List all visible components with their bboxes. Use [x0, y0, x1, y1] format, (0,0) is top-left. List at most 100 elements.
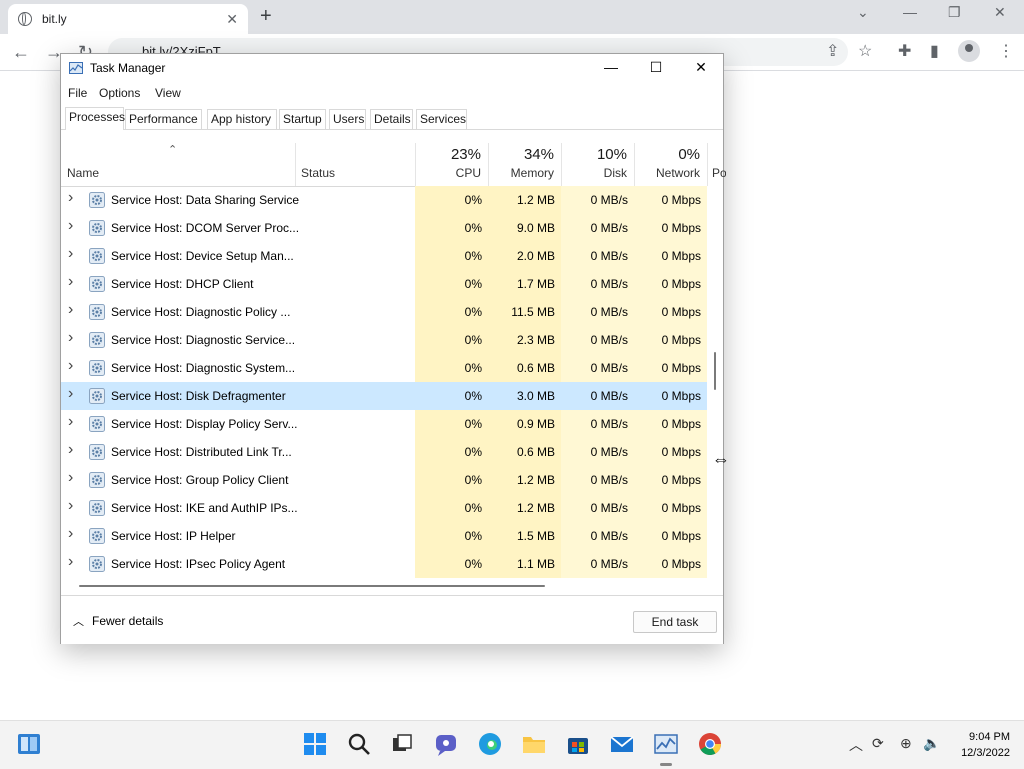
sort-up-icon: ⌃	[168, 144, 178, 156]
table-row[interactable]: 0% 9.0 MB 0 MB/s 0 Mbps › Service Host: DCOM …	[61, 214, 707, 242]
table-row[interactable]: 0% 11.5 MB 0 MB/s 0 Mbps › Service Host: Diag…	[61, 298, 707, 326]
volume-speaker-icon[interactable]: 🔈	[923, 735, 940, 752]
tab-search-icon[interactable]: ⌄	[857, 4, 869, 21]
chrome-icon[interactable]	[697, 731, 723, 757]
expand-chevron-icon[interactable]: ›	[68, 413, 73, 431]
network-globe-icon[interactable]: ⊕	[900, 735, 912, 752]
network-total-percent[interactable]: 0%	[634, 146, 700, 163]
fewer-details-button[interactable]: ︿ Fewer details	[73, 613, 163, 629]
expand-chevron-icon[interactable]: ›	[68, 385, 73, 403]
column-divider[interactable]	[295, 143, 296, 186]
expand-chevron-icon[interactable]: ›	[68, 469, 73, 487]
bookmark-star-icon[interactable]: ☆	[858, 41, 872, 61]
process-name: Service Host: Disk Defragmenter	[111, 389, 286, 403]
side-panel-icon[interactable]: ▮	[930, 41, 939, 61]
end-task-button[interactable]: End task	[633, 611, 717, 633]
expand-chevron-icon[interactable]: ›	[68, 525, 73, 543]
maximize-button[interactable]: ☐	[636, 59, 676, 76]
network-cell: 0 Mbps	[634, 382, 707, 410]
expand-chevron-icon[interactable]: ›	[68, 497, 73, 515]
expand-chevron-icon[interactable]: ›	[68, 189, 73, 207]
expand-chevron-icon[interactable]: ›	[68, 301, 73, 319]
extensions-puzzle-icon[interactable]: ✚	[898, 41, 911, 61]
browser-tab[interactable]: bit.ly ✕	[8, 4, 248, 34]
table-row[interactable]: 0% 2.3 MB 0 MB/s 0 Mbps › Service Host: Diagn…	[61, 326, 707, 354]
vertical-scroll-thumb[interactable]	[714, 352, 716, 390]
show-hidden-icons-chevron-icon[interactable]: ︿	[849, 735, 863, 755]
column-disk[interactable]: Disk	[561, 166, 627, 180]
resize-cursor-icon: ⇔	[712, 449, 730, 469]
minimize-button[interactable]: —	[591, 59, 631, 75]
table-row[interactable]: 0% 2.0 MB 0 MB/s 0 Mbps › Service Host: Devic…	[61, 242, 707, 270]
sync-alert-icon[interactable]: ⟳	[872, 735, 884, 752]
microsoft-store-icon[interactable]	[565, 731, 591, 757]
table-row[interactable]: 0% 0.6 MB 0 MB/s 0 Mbps › Service Host: Diagn…	[61, 354, 707, 382]
table-row[interactable]: 0% 1.1 MB 0 MB/s 0 Mbps › Service Host: IPsec…	[61, 550, 707, 578]
table-row[interactable]: 0% 1.2 MB 0 MB/s 0 Mbps › Service Host: Data …	[61, 186, 707, 214]
memory-total-percent[interactable]: 34%	[488, 146, 554, 163]
file-explorer-icon[interactable]	[521, 731, 547, 757]
start-windows-icon[interactable]	[302, 731, 328, 757]
column-cpu[interactable]: CPU	[415, 166, 481, 180]
task-manager-titlebar[interactable]: Task Manager — ☐ ✕	[61, 54, 723, 84]
cpu-cell: 0%	[415, 214, 488, 242]
process-name: Service Host: IKE and AuthIP IPs...	[111, 501, 298, 515]
task-manager-taskbar-icon[interactable]	[653, 731, 679, 766]
table-row[interactable]: 0% 0.6 MB 0 MB/s 0 Mbps › Service Host: Distr…	[61, 438, 707, 466]
horizontal-scroll-thumb[interactable]	[79, 585, 545, 587]
expand-chevron-icon[interactable]: ›	[68, 329, 73, 347]
close-browser-button[interactable]: ✕	[994, 4, 1006, 21]
network-cell: 0 Mbps	[634, 354, 707, 382]
tab-startup[interactable]: Startup	[279, 109, 326, 129]
table-row[interactable]: 0% 1.2 MB 0 MB/s 0 Mbps › Service Host: IKE a…	[61, 494, 707, 522]
share-icon[interactable]: ⇪	[826, 41, 839, 61]
menu-view[interactable]: View	[155, 86, 181, 100]
search-icon[interactable]	[346, 731, 372, 757]
task-view-icon[interactable]	[389, 731, 415, 757]
tab-performance[interactable]: Performance	[125, 109, 202, 129]
restore-browser-button[interactable]: ❐	[948, 4, 961, 21]
profile-avatar-icon[interactable]	[958, 40, 980, 62]
widgets-icon[interactable]	[16, 731, 42, 757]
horizontal-scrollbar[interactable]	[61, 578, 707, 594]
column-name[interactable]: Name	[67, 166, 99, 180]
tab-processes[interactable]: Processes	[65, 107, 125, 130]
table-row[interactable]: 0% 1.2 MB 0 MB/s 0 Mbps › Service Host: Group…	[61, 466, 707, 494]
disk-total-percent[interactable]: 10%	[561, 146, 627, 163]
table-row[interactable]: 0% 1.7 MB 0 MB/s 0 Mbps › Service Host: DHCP …	[61, 270, 707, 298]
column-power-usage[interactable]: Po	[712, 166, 726, 180]
close-button[interactable]: ✕	[681, 59, 721, 76]
clock-time: 9:04 PM	[969, 731, 1010, 743]
expand-chevron-icon[interactable]: ›	[68, 357, 73, 375]
browser-menu-icon[interactable]: ⋮	[998, 41, 1014, 61]
table-row[interactable]: 0% 3.0 MB 0 MB/s 0 Mbps › Service Host: Disk …	[61, 382, 707, 410]
expand-chevron-icon[interactable]: ›	[68, 553, 73, 571]
tab-users[interactable]: Users	[329, 109, 366, 129]
disk-cell: 0 MB/s	[561, 298, 634, 326]
expand-chevron-icon[interactable]: ›	[68, 273, 73, 291]
column-network[interactable]: Network	[634, 166, 700, 180]
new-tab-button[interactable]: +	[260, 5, 272, 28]
edge-browser-icon[interactable]	[477, 731, 503, 757]
expand-chevron-icon[interactable]: ›	[68, 441, 73, 459]
expand-chevron-icon[interactable]: ›	[68, 217, 73, 235]
tab-details[interactable]: Details	[370, 109, 413, 129]
vertical-scrollbar[interactable]	[707, 186, 723, 578]
expand-chevron-icon[interactable]: ›	[68, 245, 73, 263]
close-tab-button[interactable]: ✕	[226, 11, 238, 28]
menu-options[interactable]: Options	[99, 86, 140, 100]
teams-chat-icon[interactable]	[433, 731, 459, 757]
minimize-browser-button[interactable]: —	[903, 4, 917, 20]
table-row[interactable]: 0% 1.5 MB 0 MB/s 0 Mbps › Service Host: IP He…	[61, 522, 707, 550]
tab-services[interactable]: Services	[416, 109, 467, 129]
tab-app-history[interactable]: App history	[207, 109, 277, 129]
column-memory[interactable]: Memory	[488, 166, 554, 180]
system-clock[interactable]: 9:04 PM 12/3/2022	[950, 729, 1010, 761]
table-row[interactable]: 0% 0.9 MB 0 MB/s 0 Mbps › Service Host: Displ…	[61, 410, 707, 438]
column-divider[interactable]	[707, 143, 708, 186]
menu-file[interactable]: File	[68, 86, 87, 100]
column-status[interactable]: Status	[301, 166, 335, 180]
cpu-total-percent[interactable]: 23%	[415, 146, 481, 163]
mail-icon[interactable]	[609, 731, 635, 757]
back-arrow-icon[interactable]: ←	[12, 42, 30, 63]
